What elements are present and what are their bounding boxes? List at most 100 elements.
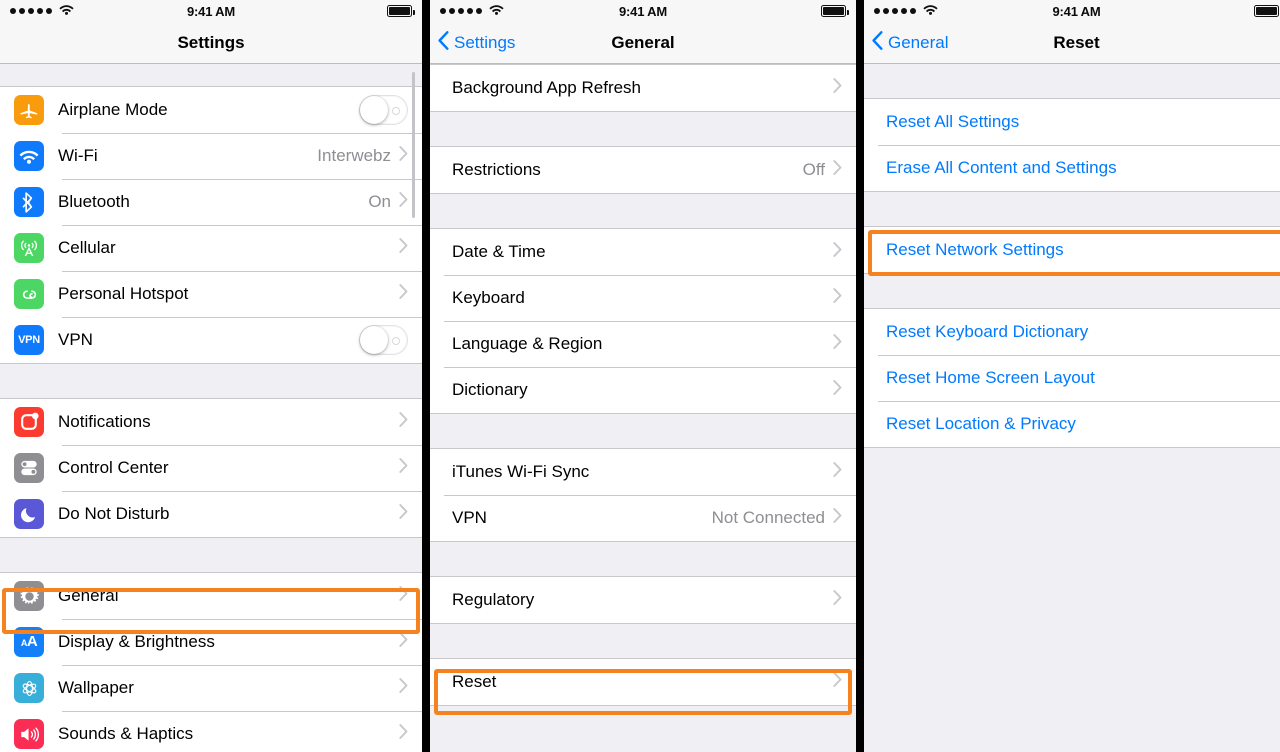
- row-value: Off: [802, 160, 825, 179]
- sidebar-item-sounds-haptics[interactable]: Sounds & Haptics: [0, 711, 422, 752]
- group-spacer: [430, 542, 856, 576]
- back-button-general[interactable]: General: [864, 30, 948, 55]
- notifications-icon: [14, 407, 44, 437]
- list-item-label: Reset Location & Privacy: [886, 414, 1076, 433]
- vertical-scrollbar[interactable]: [412, 72, 415, 218]
- reset-group-1: Reset All Settings Erase All Content and…: [864, 98, 1280, 192]
- chevron-right-icon: [399, 146, 408, 166]
- chevron-right-icon: [833, 160, 842, 180]
- sidebar-item-do-not-disturb[interactable]: Do Not Disturb: [0, 491, 422, 537]
- sidebar-item-label: Wi-Fi: [58, 146, 98, 165]
- chevron-right-icon: [833, 590, 842, 610]
- bluetooth-icon: [14, 187, 44, 217]
- sidebar-item-label: Do Not Disturb: [58, 504, 170, 523]
- list-item-label: Dictionary: [452, 380, 528, 399]
- sidebar-item-cellular[interactable]: Cellular: [0, 225, 422, 271]
- sidebar-item-wallpaper[interactable]: Wallpaper: [0, 665, 422, 711]
- list-item-itunes-wifi-sync[interactable]: iTunes Wi-Fi Sync: [430, 449, 856, 495]
- list-top-spacer: [864, 64, 1280, 98]
- status-bar: 9:41 AM: [430, 0, 856, 22]
- status-bar-time: 9:41 AM: [187, 3, 235, 19]
- group-spacer: [430, 414, 856, 448]
- list-item-reset-home-screen-layout[interactable]: Reset Home Screen Layout: [864, 355, 1280, 401]
- list-item-background-app-refresh[interactable]: Background App Refresh: [430, 65, 856, 111]
- back-button-settings[interactable]: Settings: [430, 30, 516, 55]
- wallpaper-icon: [14, 673, 44, 703]
- airplane-mode-toggle[interactable]: [359, 95, 408, 125]
- sidebar-item-display-brightness[interactable]: AA Display & Brightness: [0, 619, 422, 665]
- control-center-icon: [14, 453, 44, 483]
- back-button-label: Settings: [454, 32, 516, 52]
- list-item-label: Reset Home Screen Layout: [886, 368, 1095, 387]
- chevron-right-icon: [399, 586, 408, 606]
- sidebar-item-label: Wallpaper: [58, 678, 134, 697]
- status-bar: 9:41 AM: [864, 0, 1280, 22]
- general-group-6: Reset: [430, 658, 856, 706]
- sidebar-item-label: Airplane Mode: [58, 100, 168, 119]
- sidebar-item-bluetooth[interactable]: Bluetooth On: [0, 179, 422, 225]
- sounds-haptics-icon: [14, 719, 44, 749]
- wifi-icon: [14, 141, 44, 171]
- settings-group-connectivity: Airplane Mode Wi-Fi Interwebz Bluetooth: [0, 86, 422, 364]
- general-group-2: Restrictions Off: [430, 146, 856, 194]
- general-list[interactable]: Background App Refresh Restrictions Off …: [430, 64, 856, 752]
- vpn-toggle[interactable]: [359, 325, 408, 355]
- chevron-right-icon: [399, 724, 408, 744]
- personal-hotspot-icon: [14, 279, 44, 309]
- iphone-screen-general: 9:41 AM Settings General Background App …: [430, 0, 856, 752]
- sidebar-item-notifications[interactable]: Notifications: [0, 399, 422, 445]
- battery-full-icon: [1254, 5, 1280, 17]
- settings-list[interactable]: Airplane Mode Wi-Fi Interwebz Bluetooth: [0, 64, 422, 752]
- chevron-right-icon: [833, 288, 842, 308]
- group-spacer: [864, 274, 1280, 308]
- chevron-right-icon: [399, 238, 408, 258]
- battery-full-icon: [821, 5, 849, 17]
- vpn-icon: VPN: [14, 325, 44, 355]
- reset-list[interactable]: Reset All Settings Erase All Content and…: [864, 64, 1280, 752]
- group-spacer: [864, 192, 1280, 226]
- chevron-right-icon: [833, 334, 842, 354]
- iphone-screen-reset: 9:41 AM General Reset Reset All Settings…: [864, 0, 1280, 752]
- sidebar-item-personal-hotspot[interactable]: Personal Hotspot: [0, 271, 422, 317]
- list-item-restrictions[interactable]: Restrictions Off: [430, 147, 856, 193]
- list-item-erase-all-content[interactable]: Erase All Content and Settings: [864, 145, 1280, 191]
- list-item-regulatory[interactable]: Regulatory: [430, 577, 856, 623]
- general-group-4: iTunes Wi-Fi Sync VPN Not Connected: [430, 448, 856, 542]
- iphone-screen-settings: 9:41 AM Settings Airplane Mode Wi-Fi Int…: [0, 0, 422, 752]
- chevron-right-icon: [833, 242, 842, 262]
- list-item-reset-network-settings[interactable]: Reset Network Settings: [864, 227, 1280, 273]
- list-item-language-region[interactable]: Language & Region: [430, 321, 856, 367]
- list-item-reset[interactable]: Reset: [430, 659, 856, 705]
- sidebar-item-label: Sounds & Haptics: [58, 724, 194, 743]
- sidebar-item-label: Personal Hotspot: [58, 284, 189, 303]
- list-item-label: Reset Network Settings: [886, 240, 1064, 259]
- row-value: Interwebz: [317, 146, 391, 165]
- general-group-3: Date & Time Keyboard Language & Region D…: [430, 228, 856, 414]
- chevron-right-icon: [833, 462, 842, 482]
- list-item-reset-location-privacy[interactable]: Reset Location & Privacy: [864, 401, 1280, 447]
- list-item-dictionary[interactable]: Dictionary: [430, 367, 856, 413]
- reset-group-3: Reset Keyboard Dictionary Reset Home Scr…: [864, 308, 1280, 448]
- list-item-date-time[interactable]: Date & Time: [430, 229, 856, 275]
- screen-divider: [856, 0, 864, 752]
- list-item-label: Reset: [452, 672, 497, 691]
- list-item-label: Keyboard: [452, 288, 525, 307]
- chevron-left-icon: [438, 30, 449, 55]
- sidebar-item-label: Cellular: [58, 238, 116, 257]
- sidebar-item-label: Display & Brightness: [58, 632, 215, 651]
- sidebar-item-control-center[interactable]: Control Center: [0, 445, 422, 491]
- sidebar-item-wifi[interactable]: Wi-Fi Interwebz: [0, 133, 422, 179]
- status-bar-time: 9:41 AM: [619, 3, 667, 19]
- list-item-label: Background App Refresh: [452, 78, 642, 97]
- sidebar-item-general[interactable]: General: [0, 573, 422, 619]
- list-item-label: VPN: [452, 508, 487, 527]
- list-item-reset-all-settings[interactable]: Reset All Settings: [864, 99, 1280, 145]
- sidebar-item-vpn[interactable]: VPN VPN: [0, 317, 422, 363]
- sidebar-item-airplane-mode[interactable]: Airplane Mode: [0, 87, 422, 133]
- chevron-right-icon: [833, 508, 842, 528]
- status-bar: 9:41 AM: [0, 0, 422, 22]
- chevron-right-icon: [399, 412, 408, 432]
- list-item-vpn[interactable]: VPN Not Connected: [430, 495, 856, 541]
- list-item-keyboard[interactable]: Keyboard: [430, 275, 856, 321]
- list-item-reset-keyboard-dictionary[interactable]: Reset Keyboard Dictionary: [864, 309, 1280, 355]
